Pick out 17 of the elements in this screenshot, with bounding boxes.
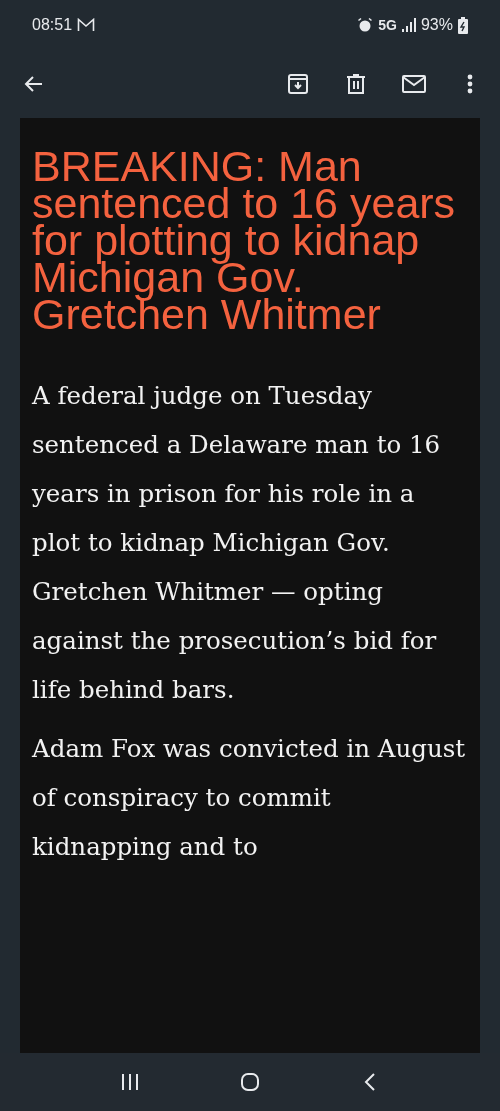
mail-icon	[401, 72, 427, 96]
archive-icon	[286, 72, 310, 96]
gmail-icon	[77, 18, 96, 32]
clock: 08:51	[32, 16, 73, 34]
back-chevron-icon	[363, 1072, 377, 1092]
home-icon	[240, 1072, 260, 1092]
recents-icon	[120, 1073, 140, 1091]
alarm-icon	[357, 17, 374, 33]
headline: BREAKING: Man sentenced to 16 years for plotting to kidnap Michigan Gov. Gretchen Whitmer	[32, 148, 457, 333]
signal-icon	[401, 18, 416, 32]
trash-icon	[344, 72, 368, 96]
paragraph: Adam Fox was convicted in August of conspiracy to commit kidnapping and to	[32, 733, 467, 863]
network-type: 5G	[378, 17, 397, 33]
more-icon	[466, 72, 474, 96]
paragraph: A federal judge on Tuesday sentenced a Delaware man to 16 years in prison for his role in a plot to kidnap Michigan Gov. Gretchen Whitmer — opting against the prosecution’s bid for life behind bars.	[32, 380, 442, 706]
battery-icon	[458, 16, 468, 34]
battery-percentage: 93%	[420, 16, 453, 34]
